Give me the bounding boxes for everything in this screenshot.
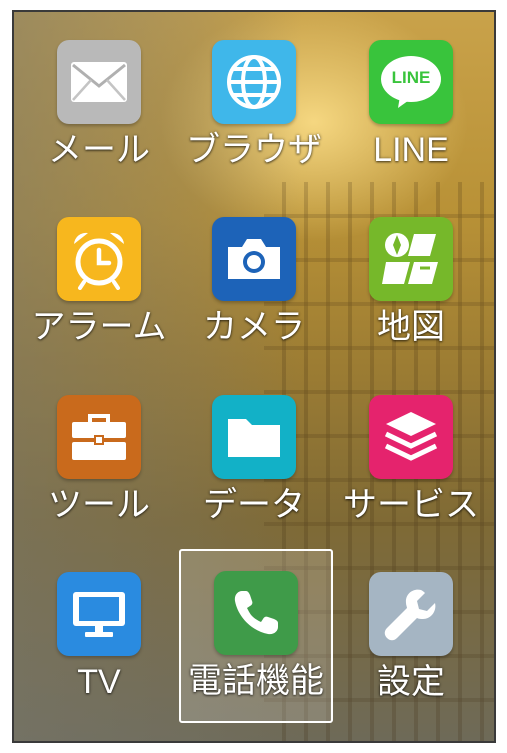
globe-icon — [212, 40, 296, 124]
tv-icon — [57, 572, 141, 656]
app-label: LINE — [373, 131, 449, 169]
mail-icon — [57, 40, 141, 124]
folder-icon — [212, 395, 296, 479]
wrench-icon — [369, 572, 453, 656]
app-label: アラーム — [31, 307, 167, 347]
line-icon-text: LINE — [391, 68, 431, 87]
map-icon — [369, 217, 453, 301]
app-tv[interactable]: TV — [24, 572, 174, 732]
app-mail[interactable]: メール — [24, 40, 174, 200]
camera-icon — [212, 217, 296, 301]
app-label: カメラ — [203, 307, 305, 347]
app-label: TV — [77, 663, 121, 701]
app-grid: メール ブラウザ LINE LINE アラーム カメラ 地図 ツール データ サ… — [14, 12, 494, 741]
app-label: 電話機能 — [188, 661, 324, 701]
app-label: ブラウザ — [186, 130, 322, 170]
alarm-clock-icon — [57, 217, 141, 301]
app-map[interactable]: 地図 — [336, 217, 486, 377]
app-services[interactable]: サービス — [336, 395, 486, 555]
app-phone[interactable]: 電話機能 — [179, 549, 333, 723]
app-label: サービス — [343, 485, 479, 525]
app-label: 地図 — [377, 307, 445, 347]
app-line[interactable]: LINE LINE — [336, 40, 486, 200]
app-label: 設定 — [377, 662, 445, 702]
line-icon: LINE — [369, 40, 453, 124]
phone-icon — [214, 571, 298, 655]
layers-icon — [369, 395, 453, 479]
app-label: ツール — [48, 485, 150, 525]
toolbox-icon — [57, 395, 141, 479]
app-tools[interactable]: ツール — [24, 395, 174, 555]
app-alarm[interactable]: アラーム — [24, 217, 174, 377]
app-data[interactable]: データ — [179, 395, 329, 555]
app-label: データ — [203, 485, 305, 525]
home-screen: メール ブラウザ LINE LINE アラーム カメラ 地図 ツール データ サ… — [12, 10, 496, 743]
app-label: メール — [48, 130, 150, 170]
app-browser[interactable]: ブラウザ — [179, 40, 329, 200]
app-camera[interactable]: カメラ — [179, 217, 329, 377]
app-settings[interactable]: 設定 — [336, 572, 486, 732]
